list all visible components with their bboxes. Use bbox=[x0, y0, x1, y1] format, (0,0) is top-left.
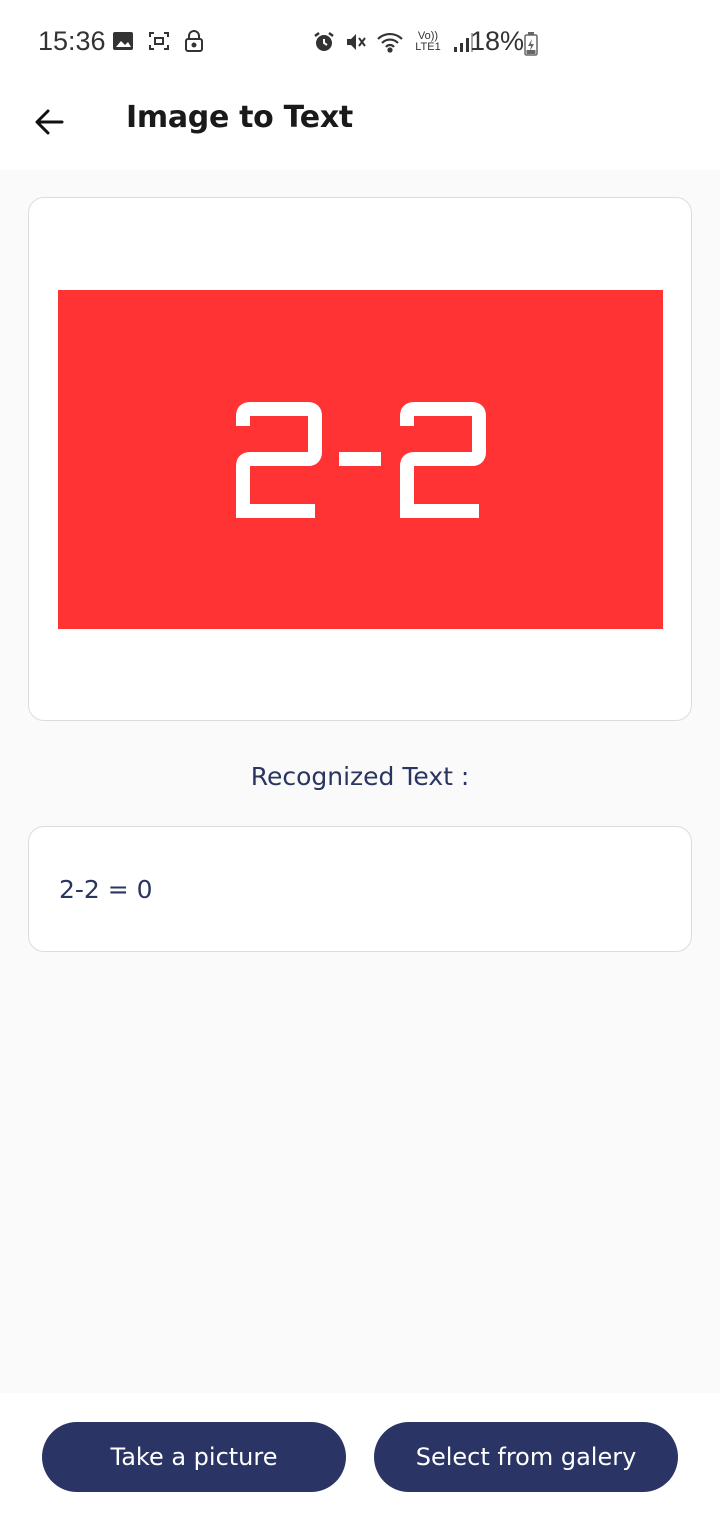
recognized-text-value: 2-2 = 0 bbox=[59, 875, 153, 904]
mute-icon bbox=[347, 34, 366, 50]
bottom-action-bar: Take a picture Select from galery bbox=[0, 1393, 720, 1520]
preview-image-digits bbox=[235, 401, 486, 518]
image-icon bbox=[113, 32, 133, 50]
preview-image: 2-2 bbox=[58, 290, 663, 629]
volte-icon: Vo)) LTE1 bbox=[415, 30, 441, 53]
image-preview-card: 2-2 bbox=[28, 197, 692, 721]
battery-icon bbox=[524, 32, 538, 56]
status-left-icons bbox=[112, 30, 204, 52]
recognized-text-label: Recognized Text : bbox=[250, 762, 470, 791]
app-bar: Image to Text bbox=[0, 86, 720, 170]
battery-percent: 18% bbox=[470, 26, 525, 56]
take-picture-button[interactable]: Take a picture bbox=[42, 1422, 346, 1492]
select-gallery-button[interactable]: Select from galery bbox=[374, 1422, 678, 1492]
status-bar: 15:36 Vo)) LTE1 18% bbox=[0, 0, 720, 86]
arrow-left-icon[interactable] bbox=[30, 102, 70, 142]
screenshot-icon bbox=[149, 32, 169, 50]
status-right-icons: Vo)) LTE1 bbox=[312, 30, 474, 54]
status-time: 15:36 bbox=[38, 26, 106, 56]
alarm-icon bbox=[314, 32, 334, 51]
recognized-text-card: 2-2 = 0 bbox=[28, 826, 692, 952]
lock-icon bbox=[185, 30, 203, 52]
page-title: Image to Text bbox=[126, 100, 353, 135]
wifi-icon bbox=[377, 32, 403, 53]
